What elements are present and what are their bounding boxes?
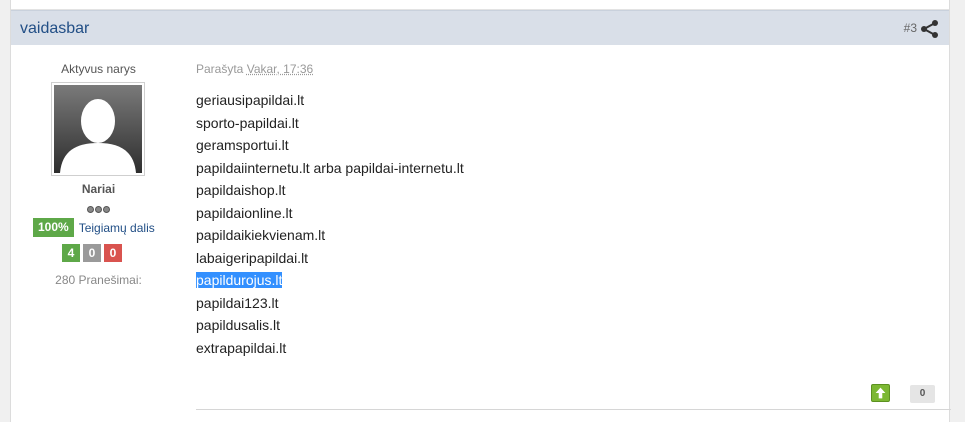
author-name-link[interactable]: vaidasbar — [20, 20, 89, 38]
post-line: papildaionline.lt — [196, 204, 293, 221]
posted-prefix: Parašyta — [196, 62, 244, 76]
top-strip — [11, 0, 949, 10]
post-line: papildaiinternetu.lt arba papildai-inter… — [196, 159, 464, 176]
post-line: papildusalis.lt — [196, 317, 281, 333]
reputation-percent: 100% — [33, 218, 74, 237]
post-body: geriausipapildai.lt sporto-papildai.lt g… — [196, 89, 796, 359]
default-avatar-silhouette-icon — [60, 99, 136, 173]
share-icon[interactable] — [920, 19, 940, 39]
vote-counts: 400 — [62, 244, 125, 262]
posts-count: 280 Pranešimai: — [55, 273, 142, 287]
post-line: papildai123.lt — [196, 294, 279, 311]
post-line: papildaikiekvienam.lt — [196, 227, 326, 243]
avatar[interactable] — [51, 82, 145, 176]
negative-votes-badge: 0 — [104, 244, 122, 262]
post-container: vaidasbar #3 Aktyvus narys Nariai 100% Te… — [10, 0, 951, 422]
post-header: vaidasbar #3 — [11, 10, 949, 45]
post-line: geramsportui.lt — [196, 137, 289, 153]
post-line: sporto-papildai.lt — [196, 114, 299, 131]
member-title: Aktyvus narys — [61, 62, 136, 76]
rank-pips-icon — [86, 200, 111, 213]
post-number[interactable]: #3 — [904, 21, 917, 35]
upvote-arrow-icon[interactable] — [871, 384, 890, 402]
positive-votes-badge: 4 — [62, 244, 80, 262]
post-line: papildaishop.lt — [196, 182, 286, 198]
reputation-row: 100% Teigiamų dalis — [33, 218, 155, 237]
post-score: 0 — [910, 385, 935, 403]
posted-meta: Parašyta Vakar, 17:36 — [196, 62, 313, 76]
post-line: geriausipapildai.lt — [196, 92, 305, 108]
post-line: labaigeripapildai.lt — [196, 249, 309, 266]
post-line-selected: papildurojus.lt — [196, 272, 283, 288]
posted-date[interactable]: Vakar, 17:36 — [247, 62, 314, 76]
group-name: Nariai — [81, 182, 116, 196]
neutral-votes-badge: 0 — [83, 244, 101, 262]
post-line: extrapapildai.lt — [196, 339, 287, 356]
post-divider — [196, 409, 951, 410]
reputation-label[interactable]: Teigiamų dalis — [79, 221, 155, 235]
